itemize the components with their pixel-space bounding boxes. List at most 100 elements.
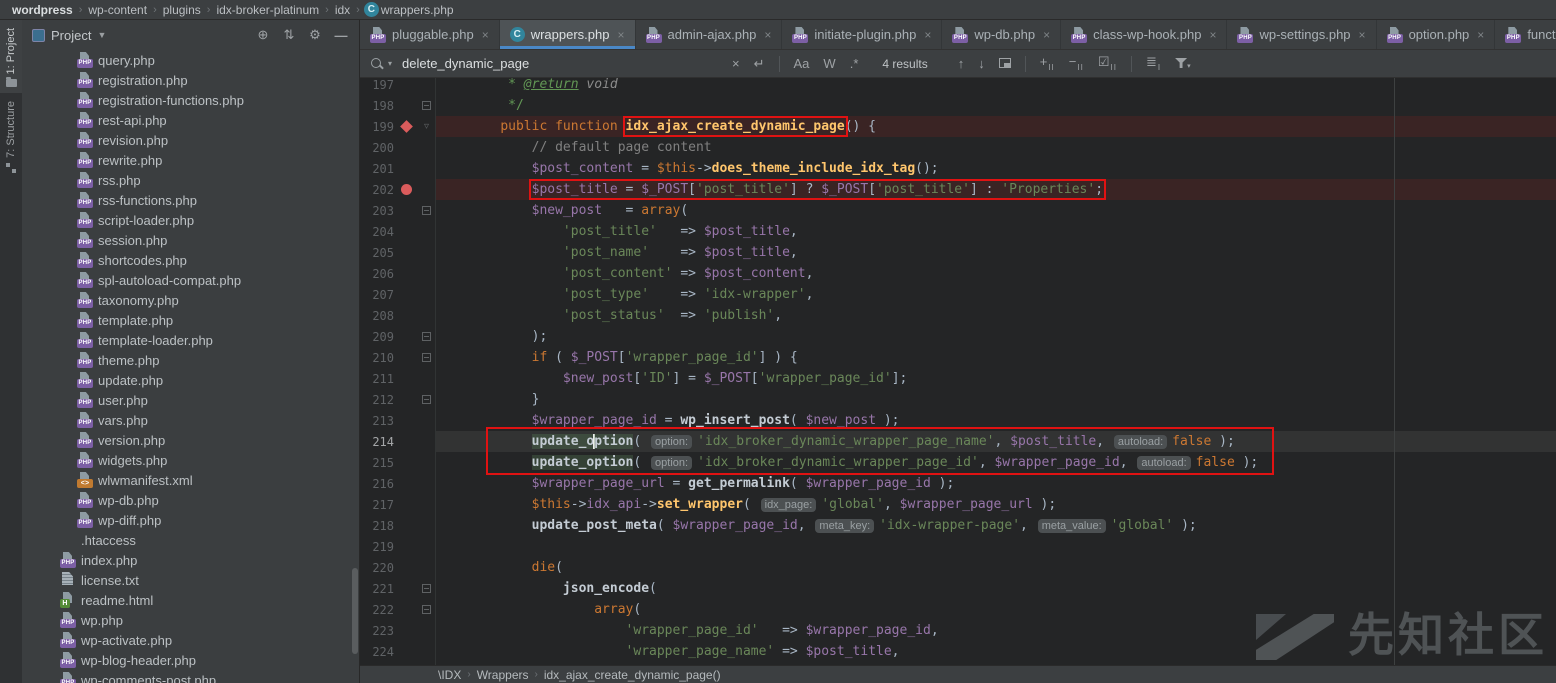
tree-item[interactable]: license.txt xyxy=(22,570,360,590)
collapse-icon[interactable]: ⇅ xyxy=(279,27,299,43)
fold-gutter[interactable] xyxy=(418,494,436,515)
line-number[interactable]: 218 xyxy=(360,519,394,533)
fold-gutter[interactable] xyxy=(418,368,436,389)
line-number[interactable]: 200 xyxy=(360,141,394,155)
code-line[interactable]: 222 array( xyxy=(360,599,1556,620)
next-occurrence-icon[interactable]: ↓ xyxy=(978,57,985,70)
line-number[interactable]: 199 xyxy=(360,120,394,134)
method-breakpoint-icon[interactable] xyxy=(400,120,413,133)
code-editor[interactable]: 197 * @return void198 */199▿ public func… xyxy=(360,78,1556,665)
line-number[interactable]: 207 xyxy=(360,288,394,302)
line-number[interactable]: 197 xyxy=(360,78,394,92)
line-number[interactable]: 220 xyxy=(360,561,394,575)
whole-words-toggle[interactable]: W xyxy=(823,57,835,70)
tree-item[interactable]: PHPregistration-functions.php xyxy=(22,90,360,110)
filter-lines-icon[interactable]: ≣I xyxy=(1146,55,1161,72)
line-number[interactable]: 212 xyxy=(360,393,394,407)
fold-icon[interactable] xyxy=(422,605,431,614)
close-tab-icon[interactable]: × xyxy=(482,28,489,42)
breadcrumb-item[interactable]: plugins xyxy=(163,3,201,17)
tree-item[interactable]: PHPquery.php xyxy=(22,50,360,70)
fold-gutter[interactable]: ▿ xyxy=(418,116,436,137)
match-case-toggle[interactable]: Aa xyxy=(794,57,810,70)
code-line[interactable]: 221 json_encode( xyxy=(360,578,1556,599)
close-tab-icon[interactable]: × xyxy=(924,28,931,42)
fold-gutter[interactable] xyxy=(418,557,436,578)
fold-icon[interactable] xyxy=(422,206,431,215)
filter-icon[interactable]: ▾ xyxy=(1175,57,1191,70)
code-line[interactable]: 223 'wrapper_page_id' => $wrapper_page_i… xyxy=(360,620,1556,641)
close-tab-icon[interactable]: × xyxy=(1209,28,1216,42)
tree-item[interactable]: PHPrss.php xyxy=(22,170,360,190)
tree-item[interactable]: PHPindex.php xyxy=(22,550,360,570)
fold-gutter[interactable] xyxy=(418,536,436,557)
tree-item[interactable]: PHPscript-loader.php xyxy=(22,210,360,230)
line-number[interactable]: 206 xyxy=(360,267,394,281)
tree-item[interactable]: PHPwp-diff.php xyxy=(22,510,360,530)
fold-icon[interactable] xyxy=(422,353,431,362)
fold-gutter[interactable] xyxy=(418,221,436,242)
line-number[interactable]: 213 xyxy=(360,414,394,428)
fold-gutter[interactable] xyxy=(418,452,436,473)
regex-toggle[interactable]: .* xyxy=(850,57,859,70)
line-number[interactable]: 202 xyxy=(360,183,394,197)
remove-occurrence-icon[interactable]: −II xyxy=(1069,55,1084,72)
editor-tab[interactable]: PHPfunctions.php× xyxy=(1495,20,1556,49)
breadcrumb-item[interactable]: wrappers.php xyxy=(381,3,454,17)
tool-window-button[interactable]: 7: Structure xyxy=(0,93,22,179)
tree-item[interactable]: PHPwp-db.php xyxy=(22,490,360,510)
tree-item[interactable]: PHPwp-activate.php xyxy=(22,630,360,650)
editor-tab[interactable]: PHPclass-wp-hook.php× xyxy=(1061,20,1227,49)
settings-icon[interactable]: ⚙ xyxy=(305,27,325,43)
breadcrumb-item[interactable]: wordpress xyxy=(12,3,73,17)
search-options-caret-icon[interactable]: ▾ xyxy=(388,59,392,68)
tree-item[interactable]: Hreadme.html xyxy=(22,590,360,610)
code-line[interactable]: 203 $new_post = array( xyxy=(360,200,1556,221)
select-all-occurrences-icon[interactable]: ☑II xyxy=(1098,55,1117,72)
status-breadcrumb-item[interactable]: idx_ajax_create_dynamic_page() xyxy=(544,668,721,682)
code-line[interactable]: 201 $post_content = $this->does_theme_in… xyxy=(360,158,1556,179)
fold-gutter[interactable] xyxy=(418,95,436,116)
breadcrumb-item[interactable]: idx-broker-platinum xyxy=(216,3,319,17)
code-line[interactable]: 211 $new_post['ID'] = $_POST['wrapper_pa… xyxy=(360,368,1556,389)
tree-item[interactable]: PHPtheme.php xyxy=(22,350,360,370)
search-input[interactable]: delete_dynamic_page xyxy=(402,56,732,71)
status-breadcrumb-item[interactable]: \IDX xyxy=(438,668,461,682)
fold-gutter[interactable] xyxy=(418,620,436,641)
fold-gutter[interactable] xyxy=(418,326,436,347)
code-line[interactable]: 207 'post_type' => 'idx-wrapper', xyxy=(360,284,1556,305)
fold-gutter[interactable] xyxy=(418,410,436,431)
code-line[interactable]: 205 'post_name' => $post_title, xyxy=(360,242,1556,263)
line-number[interactable]: 221 xyxy=(360,582,394,596)
tree-item[interactable]: PHPtemplate-loader.php xyxy=(22,330,360,350)
line-number[interactable]: 222 xyxy=(360,603,394,617)
line-number[interactable]: 223 xyxy=(360,624,394,638)
fold-gutter[interactable] xyxy=(418,473,436,494)
prev-occurrence-icon[interactable]: ↑ xyxy=(958,57,965,70)
fold-icon[interactable] xyxy=(422,332,431,341)
close-tab-icon[interactable]: × xyxy=(618,28,625,42)
close-tab-icon[interactable]: × xyxy=(1043,28,1050,42)
fold-gutter[interactable] xyxy=(418,305,436,326)
code-line[interactable]: 200 // default page content xyxy=(360,137,1556,158)
fold-gutter[interactable] xyxy=(418,347,436,368)
fold-icon[interactable] xyxy=(422,584,431,593)
search-icon[interactable] xyxy=(370,57,384,71)
editor-tab[interactable]: PHPpluggable.php× xyxy=(360,20,500,49)
tree-item[interactable]: .htaccess xyxy=(22,530,360,550)
breakpoint-icon[interactable] xyxy=(401,184,412,195)
line-number[interactable]: 203 xyxy=(360,204,394,218)
tree-item[interactable]: PHPrevision.php xyxy=(22,130,360,150)
line-number[interactable]: 210 xyxy=(360,351,394,365)
code-line[interactable]: 198 */ xyxy=(360,95,1556,116)
line-number[interactable]: 201 xyxy=(360,162,394,176)
close-tab-icon[interactable]: × xyxy=(1477,28,1484,42)
code-line[interactable]: 220 die( xyxy=(360,557,1556,578)
add-occurrence-icon[interactable]: +II xyxy=(1040,55,1055,72)
fold-gutter[interactable] xyxy=(418,242,436,263)
tree-item[interactable]: PHPrewrite.php xyxy=(22,150,360,170)
line-number[interactable]: 205 xyxy=(360,246,394,260)
line-number[interactable]: 219 xyxy=(360,540,394,554)
breakpoint-gutter[interactable] xyxy=(394,122,418,131)
code-line[interactable]: 206 'post_content' => $post_content, xyxy=(360,263,1556,284)
